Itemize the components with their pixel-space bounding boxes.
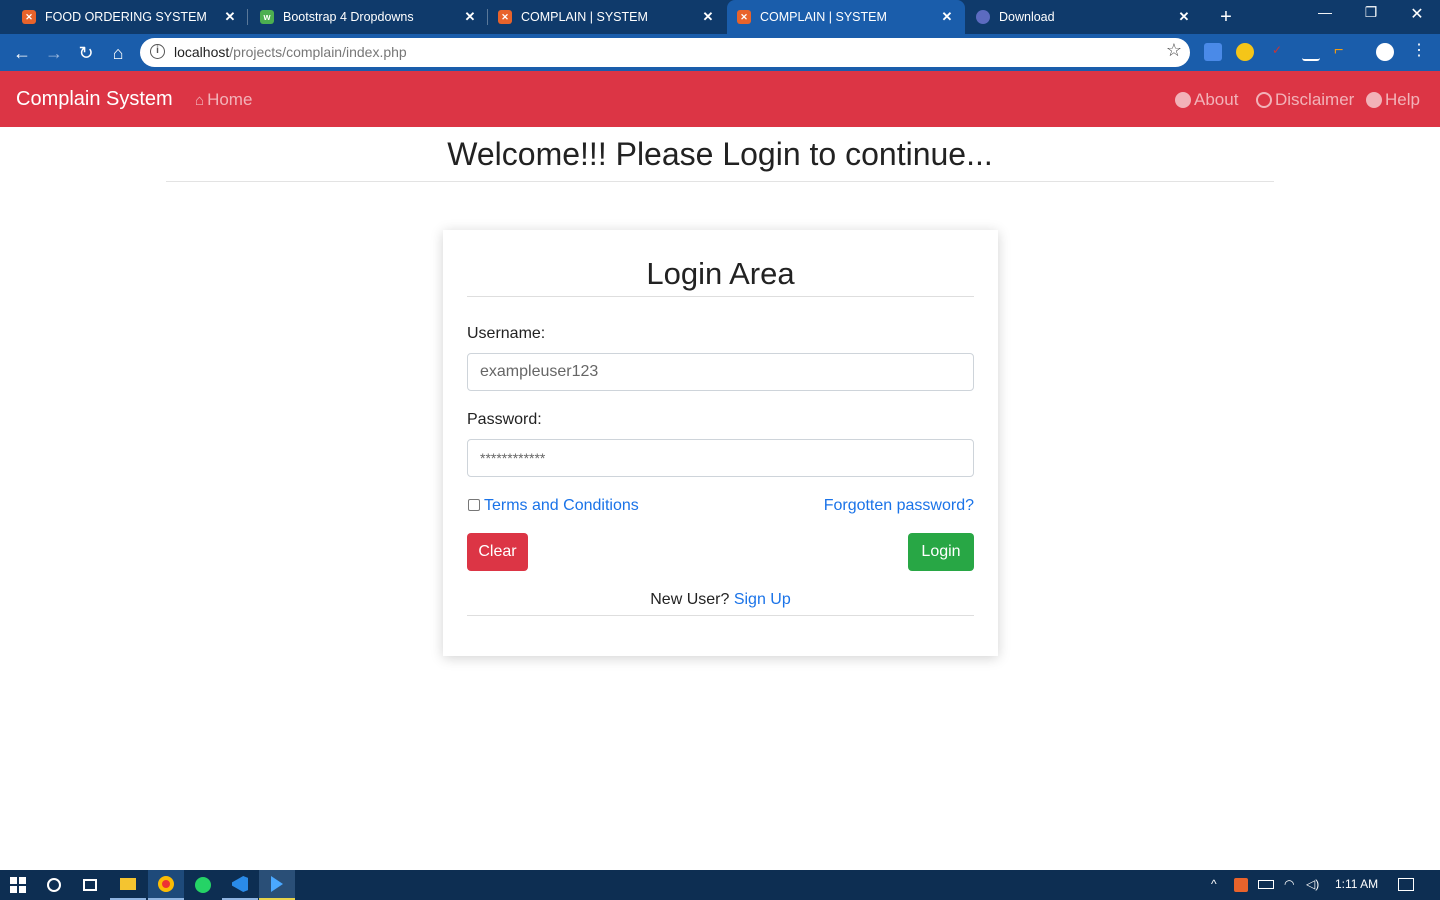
site-navbar: Complain System ⌂ Home About Disclaimer …	[0, 71, 1440, 127]
nav-about-label: About	[1194, 90, 1239, 109]
signup-link[interactable]: Sign Up	[734, 591, 791, 608]
terms-checkbox[interactable]	[468, 499, 480, 511]
minimize-icon[interactable]: —	[1310, 4, 1340, 20]
address-bar[interactable]: i localhost/projects/complain/index.php …	[140, 38, 1190, 67]
whatsapp-icon[interactable]	[185, 870, 221, 900]
chevron-up-icon[interactable]: ^	[1211, 877, 1217, 891]
home-icon[interactable]: ⌂	[105, 40, 131, 66]
new-user-row: New User? Sign Up	[443, 591, 998, 609]
extension-icon[interactable]	[1236, 43, 1254, 61]
nav-home[interactable]: ⌂ Home	[195, 90, 252, 110]
login-card-title: Login Area	[646, 256, 795, 291]
user-circle-icon	[1175, 92, 1191, 108]
card-divider	[467, 296, 974, 297]
page-heading: Welcome!!! Please Login to continue...	[447, 136, 993, 172]
close-tab-icon[interactable]: ✕	[937, 9, 957, 25]
search-circle-icon[interactable]	[36, 870, 72, 900]
close-tab-icon[interactable]: ✕	[1174, 9, 1194, 25]
nav-disclaimer[interactable]: Disclaimer	[1256, 90, 1354, 110]
password-input[interactable]: ************	[467, 439, 974, 477]
browser-tab[interactable]: Download ✕	[966, 0, 1202, 34]
nav-help-label: Help	[1385, 90, 1420, 109]
translate-extension-icon[interactable]	[1204, 43, 1222, 61]
reload-icon[interactable]: ↻	[73, 40, 99, 66]
browser-tab[interactable]: ✕ COMPLAIN | SYSTEM ✕	[488, 0, 726, 34]
terms-link[interactable]: Terms and Conditions	[484, 497, 639, 515]
media-player-icon[interactable]	[259, 870, 295, 900]
volume-icon[interactable]: ◁)	[1306, 877, 1319, 891]
tab-title: COMPLAIN | SYSTEM	[760, 10, 887, 24]
menu-dots-icon[interactable]: ⋮	[1410, 43, 1428, 61]
windows-start-icon[interactable]	[0, 870, 36, 900]
browser-tab-strip: ✕ FOOD ORDERING SYSTEM ✕ w Bootstrap 4 D…	[0, 0, 1440, 34]
close-window-icon[interactable]: ✕	[1402, 4, 1432, 24]
site-brand[interactable]: Complain System	[16, 88, 173, 111]
nav-help[interactable]: Help	[1366, 90, 1420, 110]
windows-taskbar: ^ ◠ ◁) 1:11 AM	[0, 870, 1440, 900]
new-user-text: New User?	[650, 591, 730, 608]
pen-extension-icon[interactable]	[1302, 43, 1320, 61]
tab-title: COMPLAIN | SYSTEM	[521, 10, 648, 24]
chrome-icon[interactable]	[148, 870, 184, 900]
heading-divider	[166, 181, 1274, 182]
tab-title: FOOD ORDERING SYSTEM	[45, 10, 207, 24]
wifi-icon[interactable]: ◠	[1284, 877, 1294, 891]
xampp-icon: ✕	[737, 10, 751, 24]
info-icon	[1366, 92, 1382, 108]
nav-home-label: Home	[207, 90, 253, 109]
xampp-icon: ✕	[498, 10, 512, 24]
xampp-icon: ✕	[22, 10, 36, 24]
extension-check-icon[interactable]: ✓	[1268, 43, 1286, 61]
username-input[interactable]: exampleuser123	[467, 353, 974, 391]
battery-icon[interactable]	[1258, 880, 1274, 889]
extension-arrow-icon[interactable]: ⌐	[1334, 43, 1352, 61]
close-tab-icon[interactable]: ✕	[460, 9, 480, 25]
back-arrow-icon[interactable]: ←	[9, 40, 35, 66]
card-footer-divider	[467, 615, 974, 616]
notifications-icon[interactable]	[1398, 878, 1414, 891]
bookmark-star-icon[interactable]: ☆	[1166, 40, 1182, 61]
browser-tab[interactable]: w Bootstrap 4 Dropdowns ✕	[248, 0, 488, 34]
password-label: Password:	[467, 411, 542, 428]
forgot-password-link[interactable]: Forgotten password?	[824, 497, 974, 515]
clear-button[interactable]: Clear	[467, 533, 528, 571]
nav-disclaimer-label: Disclaimer	[1275, 90, 1355, 109]
file-explorer-icon[interactable]	[110, 870, 146, 900]
browser-toolbar: ← → ↻ ⌂ i localhost/projects/complain/in…	[0, 34, 1440, 71]
new-tab-button[interactable]: +	[1214, 6, 1238, 29]
profile-icon[interactable]	[1376, 43, 1394, 61]
browser-tab[interactable]: ✕ FOOD ORDERING SYSTEM ✕	[0, 0, 248, 34]
vscode-icon[interactable]	[222, 870, 258, 900]
site-info-icon[interactable]: i	[150, 44, 165, 59]
tab-title: Bootstrap 4 Dropdowns	[283, 10, 414, 24]
globe-icon	[976, 10, 990, 24]
home-icon: ⌂	[195, 91, 205, 109]
username-label: Username:	[467, 325, 546, 342]
forward-arrow-icon[interactable]: →	[41, 40, 67, 66]
login-button[interactable]: Login	[908, 533, 974, 571]
login-card: Login Area Username: exampleuser123 Pass…	[443, 230, 998, 656]
browser-tab-active[interactable]: ✕ COMPLAIN | SYSTEM ✕	[727, 0, 965, 34]
restore-icon[interactable]: ❐	[1356, 4, 1386, 21]
task-view-icon[interactable]	[72, 870, 108, 900]
clock-time[interactable]: 1:11 AM	[1335, 877, 1378, 891]
tab-title: Download	[999, 10, 1055, 24]
url-text: localhost/projects/complain/index.php	[174, 44, 407, 60]
w3-icon: w	[260, 10, 274, 24]
xampp-tray-icon[interactable]	[1234, 878, 1248, 892]
nav-about[interactable]: About	[1175, 90, 1238, 110]
close-tab-icon[interactable]: ✕	[220, 9, 240, 25]
close-tab-icon[interactable]: ✕	[698, 9, 718, 25]
copyright-icon	[1256, 92, 1272, 108]
